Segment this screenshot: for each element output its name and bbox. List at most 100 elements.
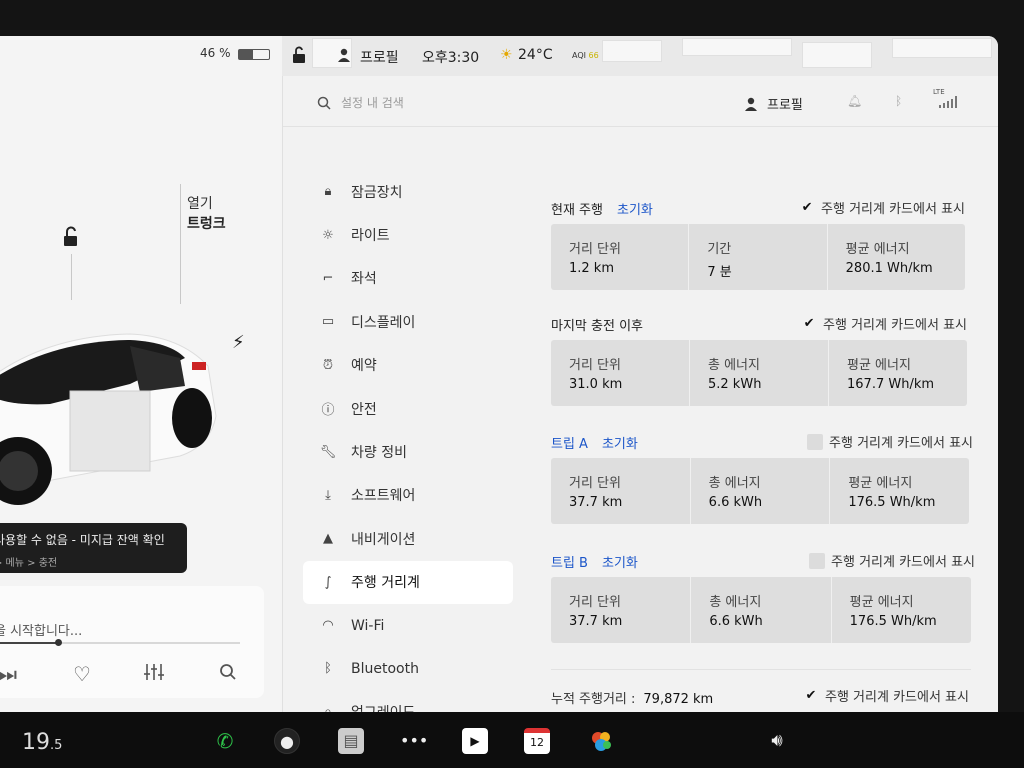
menu-item-download[interactable]: ⤓ 소프트웨어 [303, 474, 513, 517]
menu-item-navigation[interactable]: ▲ 내비게이션 [303, 517, 513, 560]
profile-label: 프로필 [767, 98, 803, 113]
checkbox-label: 주행 거리계 카드에서 표시 [821, 202, 965, 217]
toybox-icon[interactable]: ▤ [338, 728, 364, 754]
bluetooth-icon: ᛒ [324, 661, 332, 677]
menu-item-label: 디스플레이 [351, 314, 416, 331]
stat-cell: 총 에너지 6.6 kWh [691, 458, 831, 524]
progress-bar[interactable] [0, 642, 240, 644]
stat-label: 거리 단위 [569, 476, 621, 491]
checkbox-label: 주행 거리계 카드에서 표시 [831, 555, 975, 570]
menu-item-lock[interactable]: 🔒︎ 잠금장치 [303, 170, 513, 213]
unlock-icon[interactable] [292, 46, 306, 64]
unlock-icon[interactable] [60, 226, 82, 248]
bottom-dock: 19.5 ✆ ● ▤ ••• ▶ 12 🔊︎ [0, 712, 1024, 768]
menu-item-seat[interactable]: ⌐ 좌석 [303, 257, 513, 300]
stat-label: 총 에너지 [709, 595, 762, 610]
menu-item-alarm[interactable]: ⏰︎ 예약 [303, 344, 513, 387]
volume-icon[interactable]: 🔊︎ [764, 728, 790, 754]
lock-callout-line [71, 254, 72, 300]
show-on-card-checkbox[interactable]: ✔ 주행 거리계 카드에서 표시 [801, 314, 967, 334]
phone-icon[interactable]: ✆ [212, 728, 238, 754]
reset-link[interactable]: 초기화 [602, 552, 638, 571]
menu-item-label: 좌석 [351, 271, 377, 288]
menu-item-sun[interactable]: ☼ 라이트 [303, 213, 513, 256]
menu-item-trip[interactable]: ∫ 주행 거리계 [303, 560, 513, 604]
stat-value: 280.1 Wh/km [845, 261, 933, 276]
show-on-card-checkbox[interactable]: 주행 거리계 카드에서 표시 [807, 432, 973, 451]
stat-label: 평균 에너지 [848, 476, 913, 491]
cabin-temperature[interactable]: 19.5 [22, 730, 62, 755]
progress-knob[interactable] [55, 639, 62, 646]
arcade-icon[interactable] [588, 728, 614, 754]
stat-cell: 평균 에너지 176.5 Wh/km [832, 577, 971, 643]
equalizer-icon[interactable] [142, 662, 166, 686]
stat-value: 6.6 kWh [708, 495, 763, 510]
calendar-icon[interactable]: 12 [524, 728, 550, 754]
check-icon: ✔ [801, 199, 813, 215]
profile-icon[interactable] [338, 48, 350, 62]
stat-value: 1.2 km [569, 261, 614, 276]
stat-value: 37.7 km [569, 614, 623, 629]
stat-cell: 기간 7 분 [689, 224, 828, 290]
profile-label[interactable]: 프로필 [360, 47, 399, 67]
menu-item-label: 잠금장치 [351, 184, 403, 201]
stat-value: 37.7 km [569, 495, 623, 510]
check-icon: ✔ [805, 687, 817, 703]
trunk-callout-line [180, 184, 181, 304]
menu-item-display[interactable]: ▭ 디스플레이 [303, 300, 513, 343]
theater-icon[interactable]: ▶ [462, 728, 488, 754]
reset-link[interactable]: 초기화 [602, 433, 638, 452]
trip-card: 거리 단위 31.0 km 총 에너지 5.2 kWh 평균 에너지 167.7 Wh/k… [551, 340, 967, 406]
show-on-card-checkbox[interactable]: ✔ 주행 거리계 카드에서 표시 [803, 686, 998, 706]
menu-item-label: 내비게이션 [351, 531, 416, 548]
charging-warning-toast[interactable]: 사용할 수 없음 - 미지급 잔액 확인 > 메뉴 > 충전 [0, 523, 187, 573]
section-title: 트립 B [551, 555, 588, 571]
settings-search[interactable]: 설정 내 검색 [317, 94, 404, 111]
stat-cell: 총 에너지 6.6 kWh [691, 577, 832, 643]
stat-value: 7 분 [707, 265, 732, 280]
reset-link[interactable]: 초기화 [617, 199, 653, 218]
charge-port-icon[interactable]: ⚡ [232, 332, 245, 353]
trip-card: 거리 단위 37.7 km 총 에너지 6.6 kWh 평균 에너지 176.5 Wh/k… [551, 458, 969, 524]
profile-icon [745, 97, 757, 111]
more-icon[interactable]: ••• [400, 728, 428, 754]
toast-message: 사용할 수 없음 - 미지급 잔액 확인 [0, 533, 165, 547]
show-on-card-checkbox[interactable]: ✔ 주행 거리계 카드에서 표시 [799, 198, 965, 218]
section-current-trip: 현재 주행 초기화 ✔ 주행 거리계 카드에서 표시 거리 단위 1.2 km 기간 7… [551, 198, 975, 290]
checkbox-label: 주행 거리계 카드에서 표시 [829, 436, 973, 451]
next-track-icon[interactable]: ⏭ [0, 662, 20, 686]
stat-value: 167.7 Wh/km [847, 377, 935, 392]
menu-item-label: 라이트 [351, 228, 390, 245]
show-on-card-checkbox[interactable]: 주행 거리계 카드에서 표시 [809, 551, 975, 570]
menu-item-label: 안전 [351, 401, 377, 418]
bluetooth-icon[interactable]: ᛒ [895, 94, 902, 108]
settings-panel: 설정 내 검색 프로필 🔔︎ ᛒ LTE 🔒︎ 잠금장치 ☼ 라이트 ⌐ 좌석 ▭ 디스플레이… [282, 76, 998, 712]
menu-item-alert[interactable]: ⓘ 안전 [303, 387, 513, 430]
heart-icon[interactable]: ♡ [70, 662, 94, 686]
menu-item-wrench[interactable]: 🔧︎ 차량 정비 [303, 430, 513, 473]
navigation-icon: ▲ [323, 531, 333, 547]
camera-icon[interactable]: ● [274, 728, 300, 754]
checkbox-box [807, 433, 824, 450]
aqi-value: 66 [588, 51, 599, 60]
bell-icon[interactable]: 🔔︎ [847, 94, 862, 108]
menu-item-label: 소프트웨어 [351, 488, 416, 505]
trunk-open-label[interactable]: 열기 트렁크 [187, 194, 226, 234]
media-player: 을 시작합니다... ⏭ ♡ [0, 586, 264, 698]
menu-item-bluetooth[interactable]: ᛒ Bluetooth [303, 647, 513, 690]
trip-card: 거리 단위 37.7 km 총 에너지 6.6 kWh 평균 에너지 176.5 Wh/k… [551, 577, 971, 643]
temp-main: 19 [22, 730, 50, 755]
stat-label: 평균 에너지 [847, 358, 911, 373]
stat-value: 176.5 Wh/km [849, 614, 937, 629]
menu-item-bag[interactable]: 🔒︎ 업그레이드 [303, 691, 513, 712]
stat-value: 6.6 kWh [709, 614, 763, 629]
seat-icon: ⌐ [322, 270, 334, 286]
menu-item-wifi[interactable]: ◠ Wi-Fi [303, 604, 513, 647]
settings-profile[interactable]: 프로필 [745, 94, 803, 113]
stat-cell: 거리 단위 37.7 km [551, 577, 692, 643]
status-bar: 프로필 오후3:30 ☀ 24°C AQI 66 [282, 36, 998, 76]
search-icon[interactable] [216, 662, 240, 686]
alert-icon: ⓘ [321, 403, 335, 419]
trip-icon: ∫ [324, 574, 332, 590]
stat-value: 31.0 km [569, 377, 623, 392]
